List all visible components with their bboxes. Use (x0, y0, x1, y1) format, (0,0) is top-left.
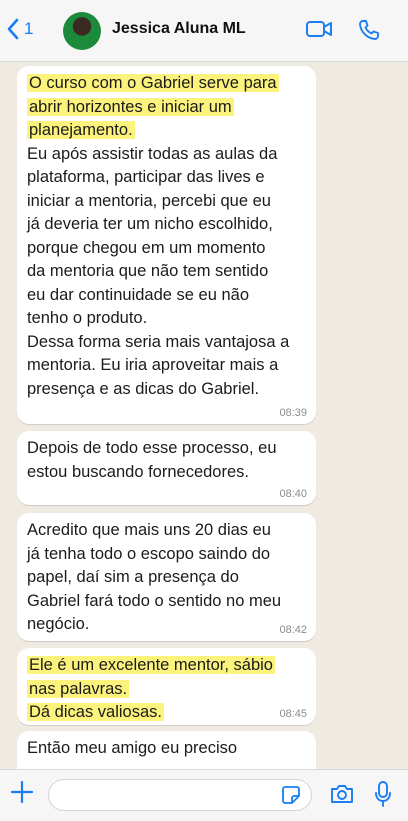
plus-icon[interactable] (10, 780, 34, 809)
video-call-icon[interactable] (305, 18, 333, 40)
message-input[interactable] (48, 779, 312, 811)
chat-header: 1 Jessica Aluna ML (0, 0, 408, 62)
camera-icon[interactable] (329, 782, 355, 806)
message-list[interactable]: O curso com o Gabriel serve para abrir h… (0, 62, 408, 769)
message-bubble[interactable]: Depois de todo esse processo, eu estou b… (17, 431, 316, 505)
message-bubble[interactable]: O curso com o Gabriel serve para abrir h… (17, 66, 316, 424)
message-time: 08:42 (279, 624, 307, 636)
message-text: Então meu amigo eu preciso (27, 739, 238, 757)
message-bubble[interactable]: Então meu amigo eu preciso (17, 731, 316, 769)
unread-count: 1 (24, 19, 34, 38)
message-bubble[interactable]: Ele é um excelente mentor, sábio nas pal… (17, 648, 316, 725)
phone-call-icon[interactable] (357, 18, 381, 42)
avatar[interactable] (63, 12, 101, 50)
message-time: 08:39 (279, 407, 307, 419)
contact-name[interactable]: Jessica Aluna ML (112, 20, 246, 38)
sticker-icon[interactable] (281, 785, 301, 805)
message-text: O curso com o Gabriel serve para abrir h… (27, 72, 306, 401)
microphone-icon[interactable] (373, 780, 393, 808)
message-time: 08:40 (279, 488, 307, 500)
highlighted-text: O curso com o Gabriel serve para abrir h… (27, 74, 279, 139)
message-body: Eu após assistir todas as aulas da plata… (27, 144, 290, 398)
message-time: 08:45 (279, 708, 307, 720)
message-text: Depois de todo esse processo, eu estou b… (27, 439, 277, 481)
input-bar (0, 769, 408, 821)
highlighted-text: Ele é um excelente mentor, sábio nas pal… (27, 656, 275, 721)
message-text: Acredito que mais uns 20 dias eu já tenh… (27, 521, 282, 633)
chevron-left-icon (7, 18, 19, 40)
message-text: Ele é um excelente mentor, sábio nas pal… (27, 654, 306, 725)
back-button[interactable]: 1 (6, 18, 33, 40)
message-bubble[interactable]: Acredito que mais uns 20 dias eu já tenh… (17, 513, 316, 641)
